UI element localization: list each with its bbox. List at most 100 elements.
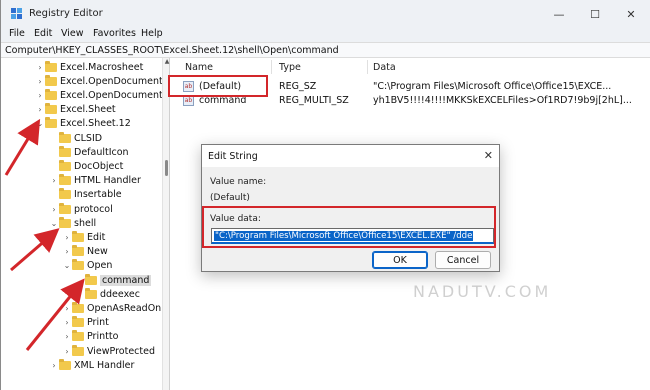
- value-type: REG_SZ: [279, 81, 317, 92]
- tree-item-viewprotected[interactable]: › ViewProtected: [62, 344, 155, 358]
- tree-item-label: Excel.Sheet: [60, 104, 116, 116]
- dialog-title: Edit String: [208, 151, 258, 162]
- folder-icon: [45, 88, 57, 100]
- tree-item-label: Open: [87, 260, 113, 272]
- folder-icon: [59, 174, 71, 186]
- tree-item-excel-opendocumentsp[interactable]: › Excel.OpenDocumentSp: [35, 88, 162, 102]
- tree-item-excel-macrosheet[interactable]: › Excel.Macrosheet: [35, 60, 143, 74]
- collapsed-chevron-icon[interactable]: ›: [62, 318, 72, 327]
- tree-item-defaulticon[interactable]: DefaultIcon: [49, 145, 129, 159]
- tree-item-openasreadonly[interactable]: › OpenAsReadOnly: [62, 301, 162, 315]
- column-name[interactable]: Name: [185, 62, 213, 73]
- folder-icon: [72, 316, 84, 328]
- column-divider[interactable]: [271, 60, 272, 74]
- tree-item-excel-sheet[interactable]: › Excel.Sheet: [35, 103, 116, 117]
- collapsed-chevron-icon[interactable]: ›: [62, 304, 72, 313]
- collapsed-chevron-icon[interactable]: ›: [75, 290, 85, 299]
- tree-item-label: ddeexec: [100, 288, 140, 300]
- expanded-chevron-icon[interactable]: ⌄: [35, 119, 45, 128]
- menu-edit[interactable]: Edit: [34, 28, 52, 39]
- collapsed-chevron-icon[interactable]: ›: [62, 233, 72, 242]
- address-path[interactable]: Computer\HKEY_CLASSES_ROOT\Excel.Sheet.1…: [5, 45, 339, 56]
- expanded-chevron-icon[interactable]: ⌄: [62, 261, 72, 270]
- tree-item-label: Print: [87, 317, 109, 329]
- tree-item-insertable[interactable]: Insertable: [49, 188, 122, 202]
- tree-item-label: XML Handler: [74, 359, 135, 371]
- menu-file[interactable]: File: [9, 28, 25, 39]
- folder-icon: [45, 117, 57, 129]
- folder-icon: [85, 287, 97, 299]
- folder-icon: [72, 301, 84, 313]
- folder-icon: [72, 344, 84, 356]
- tree-item-shell[interactable]: ⌄ shell: [49, 216, 96, 230]
- dialog-title-bar: Edit String ✕: [202, 145, 499, 167]
- address-bar[interactable]: Computer\HKEY_CLASSES_ROOT\Excel.Sheet.1…: [1, 42, 650, 58]
- menu-view[interactable]: View: [61, 28, 84, 39]
- folder-icon: [45, 74, 57, 86]
- ok-button[interactable]: OK: [372, 251, 428, 269]
- collapsed-chevron-icon[interactable]: ›: [49, 361, 59, 370]
- watermark: NADUTV.COM: [413, 282, 552, 301]
- tree-item-new[interactable]: › New: [62, 245, 108, 259]
- expanded-chevron-icon[interactable]: ⌄: [49, 219, 59, 228]
- tree-item-label: shell: [74, 217, 97, 229]
- tree-item-label: Edit: [87, 231, 106, 243]
- scroll-up-icon[interactable]: ▲: [163, 58, 171, 68]
- value-name-label: Value name:: [210, 177, 267, 187]
- collapsed-chevron-icon[interactable]: ›: [35, 105, 45, 114]
- folder-icon: [59, 216, 71, 228]
- registry-editor-icon: [11, 8, 22, 19]
- tree-item-label: OpenAsReadOnly: [87, 302, 162, 314]
- folder-icon: [45, 103, 57, 115]
- folder-icon: [72, 230, 84, 242]
- collapsed-chevron-icon[interactable]: ›: [62, 347, 72, 356]
- tree-item-docobject[interactable]: DocObject: [49, 159, 123, 173]
- value-data: "C:\Program Files\Microsoft Office\Offic…: [373, 81, 612, 92]
- dialog-close-icon[interactable]: ✕: [484, 149, 493, 162]
- tree-scrollbar[interactable]: ▲: [162, 58, 170, 390]
- tree-item-protocol[interactable]: › protocol: [49, 202, 113, 216]
- tree-item-label: Excel.OpenDocumentSp: [60, 89, 162, 101]
- menu-favorites[interactable]: Favorites: [93, 28, 136, 39]
- cancel-button[interactable]: Cancel: [435, 251, 491, 269]
- folder-icon: [72, 330, 84, 342]
- tree-item-label: Excel.Sheet.12: [60, 118, 131, 130]
- collapsed-chevron-icon[interactable]: ›: [35, 77, 45, 86]
- collapsed-chevron-icon[interactable]: ›: [49, 176, 59, 185]
- tree-item-html-handler[interactable]: › HTML Handler: [49, 174, 141, 188]
- tree-item-open[interactable]: ⌄ Open: [62, 259, 112, 273]
- collapsed-chevron-icon[interactable]: ›: [62, 332, 72, 341]
- window-title: Registry Editor: [29, 8, 103, 19]
- folder-icon: [72, 245, 84, 257]
- tree-item-label: DocObject: [74, 160, 124, 172]
- tree-item-label: CLSID: [74, 132, 103, 144]
- maximize-button[interactable]: ☐: [577, 4, 613, 24]
- folder-icon: [59, 358, 71, 370]
- column-divider[interactable]: [367, 60, 368, 74]
- folder-icon: [72, 259, 84, 271]
- tree-item-label: DefaultIcon: [74, 146, 129, 158]
- tree-item-printto[interactable]: › Printto: [62, 330, 118, 344]
- folder-icon: [59, 145, 71, 157]
- tree-item-label: command: [100, 274, 152, 286]
- tree-item-clsid[interactable]: CLSID: [49, 131, 102, 145]
- collapsed-chevron-icon[interactable]: ›: [49, 205, 59, 214]
- tree-item-ddeexec[interactable]: › ddeexec: [75, 287, 140, 301]
- tree-item-edit[interactable]: › Edit: [62, 230, 105, 244]
- tree-item-xml-handler[interactable]: › XML Handler: [49, 358, 134, 372]
- column-data[interactable]: Data: [373, 62, 396, 73]
- tree-item-print[interactable]: › Print: [62, 316, 109, 330]
- tree-item-excel-sheet-12[interactable]: ⌄ Excel.Sheet.12: [35, 117, 131, 131]
- collapsed-chevron-icon[interactable]: ›: [35, 63, 45, 72]
- collapsed-chevron-icon[interactable]: ›: [62, 247, 72, 256]
- tree-item-command[interactable]: command: [75, 273, 152, 287]
- collapsed-chevron-icon[interactable]: ›: [35, 91, 45, 100]
- tree-item-excel-opendocumentsp[interactable]: › Excel.OpenDocumentSp: [35, 74, 162, 88]
- folder-icon: [85, 273, 97, 285]
- minimize-button[interactable]: —: [541, 4, 577, 24]
- close-button[interactable]: ✕: [613, 4, 649, 24]
- menu-help[interactable]: Help: [141, 28, 163, 39]
- tree-item-label: ViewProtected: [87, 345, 156, 357]
- column-type[interactable]: Type: [279, 62, 301, 73]
- scrollbar-thumb[interactable]: [165, 160, 168, 176]
